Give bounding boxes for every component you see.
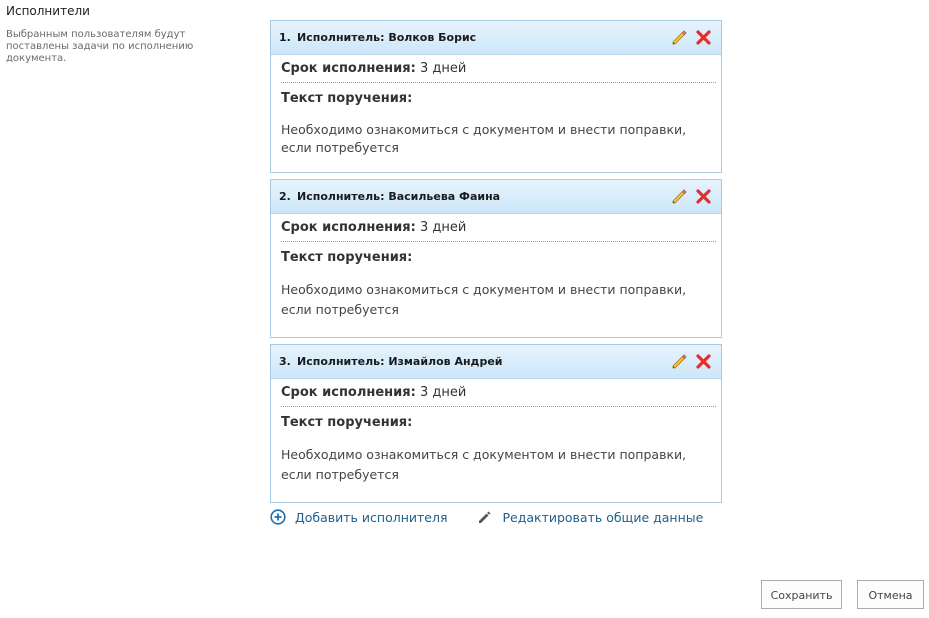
- pencil-icon[interactable]: [671, 353, 688, 370]
- add-executor-label: Добавить исполнителя: [295, 509, 448, 525]
- executor-card: 3. Исполнитель: Измайлов Андрей Срок испо…: [270, 344, 722, 503]
- executor-name: Исполнитель: Волков Борис: [297, 31, 477, 44]
- card-actions-bar: Добавить исполнителя Редактировать общие…: [270, 509, 703, 525]
- pencil-icon[interactable]: [671, 188, 688, 205]
- section-title: Исполнители: [6, 4, 90, 18]
- deadline-row: Срок исполнения: 3 дней: [281, 55, 716, 83]
- executor-number: 3.: [279, 355, 291, 368]
- plus-circle-icon: [270, 509, 286, 525]
- deadline-label: Срок исполнения:: [281, 220, 416, 235]
- deadline-value: 3 дней: [415, 61, 467, 76]
- add-executor-link[interactable]: Добавить исполнителя: [270, 509, 447, 525]
- edit-common-data-label: Редактировать общие данные: [502, 509, 704, 525]
- section-description: Выбранным пользователям будут поставлены…: [6, 29, 194, 64]
- deadline-value: 3 дней: [415, 220, 467, 235]
- executor-number: 1.: [279, 31, 291, 44]
- executor-name: Исполнитель: Васильева Фаина: [297, 190, 501, 203]
- cancel-button[interactable]: Отмена: [857, 580, 924, 609]
- edit-common-data-link[interactable]: Редактировать общие данные: [478, 510, 703, 525]
- save-button[interactable]: Сохранить: [761, 580, 842, 609]
- deadline-row: Срок исполнения: 3 дней: [281, 379, 716, 407]
- executor-number: 2.: [279, 190, 291, 203]
- executor-card: 2. Исполнитель: Васильева Фаина Срок испо…: [270, 179, 722, 338]
- executor-card: 1. Исполнитель: Волков Борис Срок исполне…: [270, 20, 722, 173]
- executor-card-header: 3. Исполнитель: Измайлов Андрей: [271, 345, 721, 379]
- delete-x-icon[interactable]: [695, 29, 712, 46]
- executor-list: 1. Исполнитель: Волков Борис Срок исполне…: [270, 20, 722, 509]
- delete-x-icon[interactable]: [695, 188, 712, 205]
- task-text: Необходимо ознакомиться с документом и в…: [281, 282, 687, 317]
- executor-name: Исполнитель: Измайлов Андрей: [297, 355, 503, 368]
- deadline-row: Срок исполнения: 3 дней: [281, 214, 716, 242]
- task-text-label: Текст поручения:: [281, 415, 413, 430]
- task-text: Необходимо ознакомиться с документом и в…: [281, 122, 687, 155]
- pencil-icon: [479, 511, 491, 523]
- pencil-icon[interactable]: [671, 29, 688, 46]
- executor-card-header: 1. Исполнитель: Волков Борис: [271, 21, 721, 55]
- deadline-label: Срок исполнения:: [281, 385, 416, 400]
- task-text: Необходимо ознакомиться с документом и в…: [281, 447, 687, 482]
- executor-card-header: 2. Исполнитель: Васильева Фаина: [271, 180, 721, 214]
- task-text-label: Текст поручения:: [281, 91, 413, 106]
- deadline-value: 3 дней: [415, 385, 467, 400]
- deadline-label: Срок исполнения:: [281, 61, 416, 76]
- delete-x-icon[interactable]: [695, 353, 712, 370]
- task-text-label: Текст поручения:: [281, 250, 413, 265]
